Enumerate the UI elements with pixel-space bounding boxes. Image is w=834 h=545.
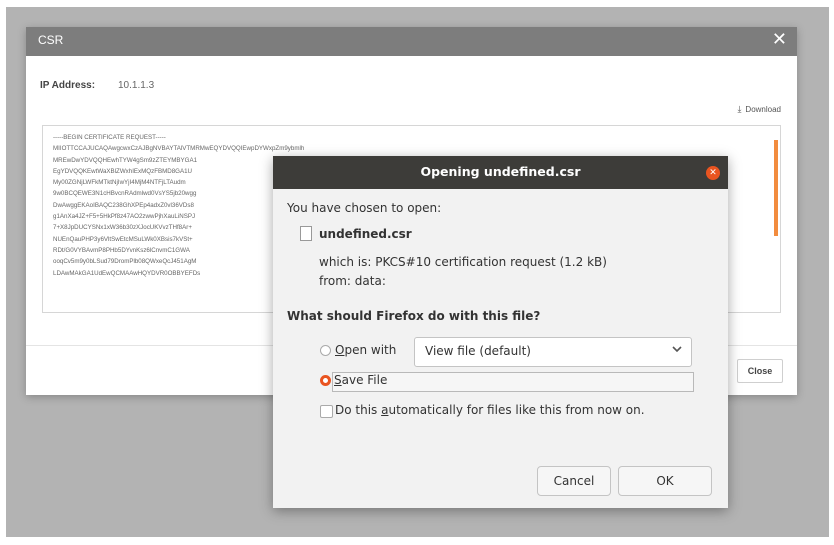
certificate-line: EgYDVQQKEwtWaXBlZWxhIExMQzFBMD8GA1U bbox=[53, 167, 193, 175]
save-file-label[interactable]: Save File bbox=[334, 373, 387, 387]
certificate-line: 7+X8JpDUCYSNx1xW36b30zXJocUKVvzTHf8Ar+ bbox=[53, 224, 192, 232]
certificate-line: LDAwMAkGA1UdEwQCMAAwHQYDVR0OBBYEFDs bbox=[53, 269, 201, 277]
download-icon: ⤓ bbox=[737, 104, 742, 114]
close-icon[interactable]: ✕ bbox=[706, 166, 720, 180]
auto-checkbox[interactable] bbox=[320, 405, 333, 418]
certificate-line: -----BEGIN CERTIFICATE REQUEST----- bbox=[53, 134, 166, 141]
dialog-titlebar: Opening undefined.csr ✕ bbox=[273, 156, 728, 189]
save-file-radio[interactable] bbox=[320, 375, 331, 386]
download-link[interactable]: ⤓ Download bbox=[737, 104, 781, 115]
csr-modal-title: CSR bbox=[38, 33, 64, 47]
open-with-label[interactable]: Open with bbox=[335, 343, 396, 357]
download-label: Download bbox=[745, 105, 781, 114]
certificate-text: -----BEGIN CERTIFICATE REQUEST----- MIIOT… bbox=[53, 132, 304, 279]
auto-checkbox-label[interactable]: Do this automatically for files like thi… bbox=[335, 403, 645, 417]
certificate-line: MIIOTTCCAJUCAQAwgcwxCzAJBgNVBAYTAlVTMRMw… bbox=[53, 145, 305, 153]
chevron-down-icon bbox=[672, 344, 682, 357]
open-with-radio[interactable] bbox=[320, 345, 331, 356]
action-question: What should Firefox do with this file? bbox=[287, 309, 541, 323]
certificate-line: RDt/G0VYBAvmP8PHb5DYvnKsz6lCnvmC1GWA bbox=[53, 246, 190, 254]
ip-address-label: IP Address: bbox=[40, 80, 96, 91]
file-name: undefined.csr bbox=[319, 227, 412, 241]
certificate-line: ooqCv5m9y0bLSud79DromPlb08QWxeQcJ451AgM bbox=[53, 258, 197, 266]
ip-address-value: 10.1.1.3 bbox=[118, 80, 155, 91]
certificate-line: 9w0BCQEWE3N1cHBvcnRAdmlwd0VsYS5jb20wgg bbox=[53, 190, 197, 198]
csr-modal-titlebar: CSR ✕ bbox=[26, 27, 797, 56]
cancel-button[interactable]: Cancel bbox=[537, 466, 611, 496]
open-with-select-value: View file (default) bbox=[425, 344, 531, 358]
file-type-text: which is: PKCS#10 certification request … bbox=[319, 255, 607, 269]
intro-text: You have chosen to open: bbox=[287, 201, 442, 215]
dialog-title: Opening undefined.csr bbox=[420, 164, 581, 179]
file-source-text: from: data: bbox=[319, 274, 386, 288]
ok-button[interactable]: OK bbox=[618, 466, 712, 496]
file-icon bbox=[300, 226, 312, 241]
certificate-line: MREwDwYDVQQHEwhTYW4gSm9zZTEYMBYGA1 bbox=[53, 156, 198, 164]
certificate-line: DwAwggEKAoIBAQC238GhXPEp4adxZ0vl36VDs8 bbox=[53, 201, 194, 209]
certificate-line: g1AnXa4JZ+F5+5HkPf8z47AO2zwwPjhXauLiNSPJ bbox=[53, 213, 196, 221]
certificate-line: My00ZGNjLWFkMTktNjIwYjI4MjM4NTFjLTAudm bbox=[53, 179, 186, 187]
firefox-download-dialog: Opening undefined.csr ✕ You have chosen … bbox=[273, 156, 728, 508]
close-button[interactable]: Close bbox=[737, 359, 783, 383]
certificate-line: NUEnQauPHP3y6VltSwEtcMSuLWk0XBsis7kVSt+ bbox=[53, 235, 193, 243]
close-icon[interactable]: ✕ bbox=[772, 30, 787, 50]
certificate-scrollbar[interactable] bbox=[774, 140, 778, 236]
open-with-select[interactable]: View file (default) bbox=[414, 337, 692, 367]
